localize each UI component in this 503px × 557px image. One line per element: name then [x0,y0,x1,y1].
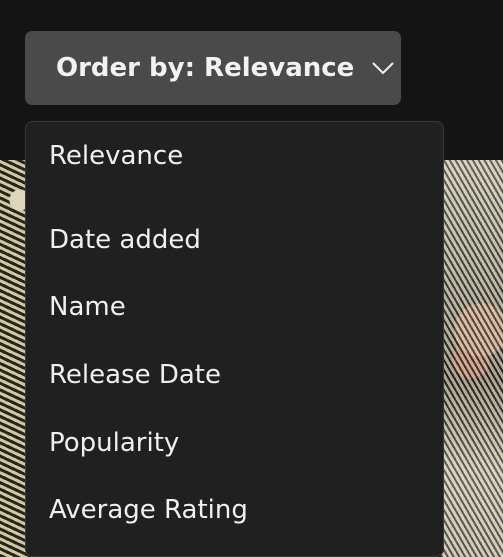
order-by-label: Order by: Relevance [56,53,355,83]
game-art-right [441,160,503,557]
menu-item-relevance[interactable]: Relevance [26,139,443,173]
menu-item-name[interactable]: Name [26,274,443,342]
order-by-dropdown-menu: Relevance Date added Name Release Date P… [25,121,444,557]
order-by-button[interactable]: Order by: Relevance [25,31,401,105]
chevron-down-icon [372,61,395,75]
menu-item-release-date[interactable]: Release Date [26,341,443,409]
menu-item-average-rating[interactable]: Average Rating [26,476,443,544]
menu-item-date-added[interactable]: Date added [26,206,443,274]
page: Order by: Relevance Relevance Date added… [0,0,503,557]
menu-item-popularity[interactable]: Popularity [26,409,443,477]
